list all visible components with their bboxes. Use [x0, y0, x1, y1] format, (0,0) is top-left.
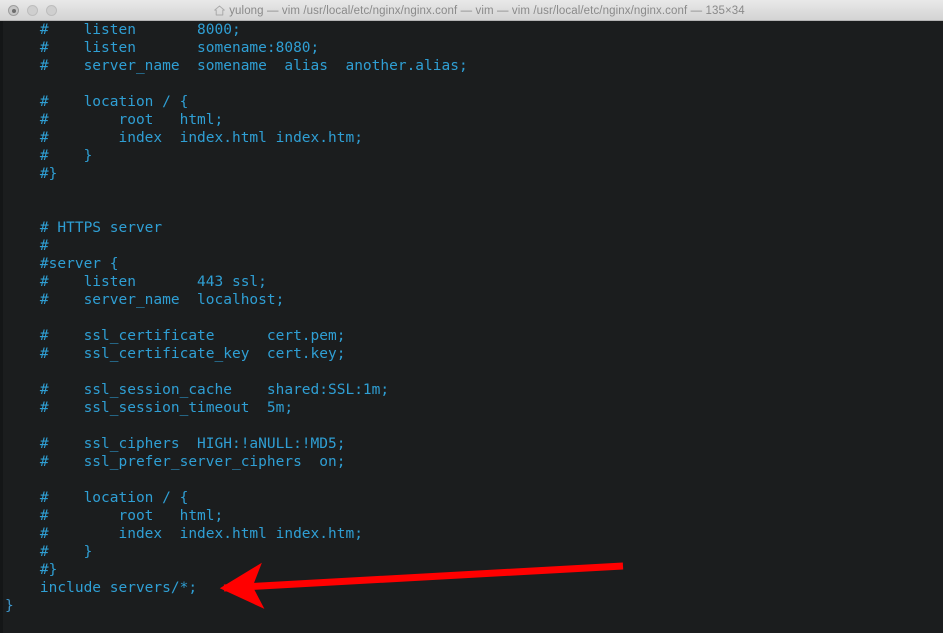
vim-comment: # server_name somename alias another.ali… — [5, 58, 468, 74]
vim-comment: #} — [5, 562, 58, 578]
vim-line: # } — [5, 544, 93, 560]
vim-line: # } — [0, 147, 943, 165]
vim-comment: # index index.html index.htm; — [5, 526, 363, 542]
window-controls — [8, 0, 57, 21]
vim-line: # location / { — [0, 93, 943, 111]
vim-line: # server_name localhost; — [0, 291, 943, 309]
terminal-body[interactable]: # listen 8000; # listen somename:8080; #… — [0, 21, 943, 633]
vim-comment: # ssl_session_cache shared:SSL:1m; — [5, 382, 390, 398]
vim-comment: # index index.html index.htm; — [5, 130, 363, 146]
vim-comment: #} — [5, 166, 58, 182]
vim-comment: # root html; — [5, 508, 224, 524]
vim-line: # HTTPS server — [0, 219, 943, 237]
vim-line: # root html; — [0, 507, 943, 525]
vim-brace: } — [5, 598, 14, 614]
vim-line: # listen 443 ssl; — [0, 273, 943, 291]
vim-line: #} — [0, 165, 943, 183]
vim-comment: include servers/*; — [5, 580, 198, 596]
vim-line: } — [0, 597, 943, 615]
vim-line: # index index.html index.htm; — [0, 129, 943, 147]
vim-line — [0, 201, 943, 219]
vim-comment: # location / { — [5, 94, 189, 110]
vim-comment: # ssl_prefer_server_ciphers on; — [5, 454, 346, 470]
vim-line: # server_name somename alias another.ali… — [0, 57, 943, 75]
screenshot-root: yulong — vim /usr/local/etc/nginx/nginx.… — [0, 0, 943, 633]
vim-line: # root html; — [0, 111, 943, 129]
vim-line: # listen 8000; — [0, 21, 943, 39]
vim-line: # ssl_session_timeout 5m; — [0, 399, 943, 417]
vim-comment: # ssl_certificate cert.pem; — [5, 328, 346, 344]
vim-comment: # listen somename:8080; — [5, 40, 320, 56]
window-title-inner: yulong — vim /usr/local/etc/nginx/nginx.… — [214, 5, 745, 17]
vim-line — [0, 309, 943, 327]
vim-comment: # listen 443 ssl; — [5, 274, 267, 290]
vim-comment: # ssl_certificate_key cert.key; — [5, 346, 346, 362]
vim-comment: # ssl_session_timeout 5m; — [5, 400, 294, 416]
vim-line — [0, 183, 943, 201]
vim-line: # index index.html index.htm; — [0, 525, 943, 543]
vim-comment: # listen 8000; — [5, 22, 241, 38]
vim-line: # ssl_prefer_server_ciphers on; — [0, 453, 943, 471]
vim-line — [0, 417, 943, 435]
window-title: yulong — vim /usr/local/etc/nginx/nginx.… — [229, 4, 745, 17]
vim-line: # location / { — [0, 489, 943, 507]
minimize-button[interactable] — [27, 5, 38, 16]
vim-line — [0, 75, 943, 93]
zoom-button[interactable] — [46, 5, 57, 16]
vim-line: include servers/*; — [0, 579, 943, 597]
vim-line: # ssl_ciphers HIGH:!aNULL:!MD5; — [0, 435, 943, 453]
vim-comment: # server_name localhost; — [5, 292, 285, 308]
close-button[interactable] — [8, 5, 19, 16]
home-icon — [214, 5, 225, 16]
vim-comment: # location / { — [5, 490, 189, 506]
vim-line: #} — [0, 561, 943, 579]
vim-comment: # root html; — [5, 112, 224, 128]
vim-line: # ssl_certificate_key cert.key; — [0, 345, 943, 363]
vim-comment: # — [5, 238, 49, 254]
vim-line: #server { — [0, 255, 943, 273]
vim-line: # ssl_certificate cert.pem; — [0, 327, 943, 345]
vim-comment: #server { — [5, 256, 119, 272]
vim-buffer[interactable]: # listen 8000; # listen somename:8080; #… — [0, 21, 943, 615]
vim-line — [0, 471, 943, 489]
vim-comment: # HTTPS server — [5, 220, 163, 236]
vim-line: # ssl_session_cache shared:SSL:1m; — [0, 381, 943, 399]
vim-comment: # } — [5, 148, 93, 164]
window-titlebar: yulong — vim /usr/local/etc/nginx/nginx.… — [0, 0, 943, 21]
vim-comment: # ssl_ciphers HIGH:!aNULL:!MD5; — [5, 436, 346, 452]
vim-line — [0, 363, 943, 381]
window-title-container: yulong — vim /usr/local/etc/nginx/nginx.… — [0, 0, 943, 21]
vim-line: # listen somename:8080; — [0, 39, 943, 57]
vim-line: # — [0, 237, 943, 255]
